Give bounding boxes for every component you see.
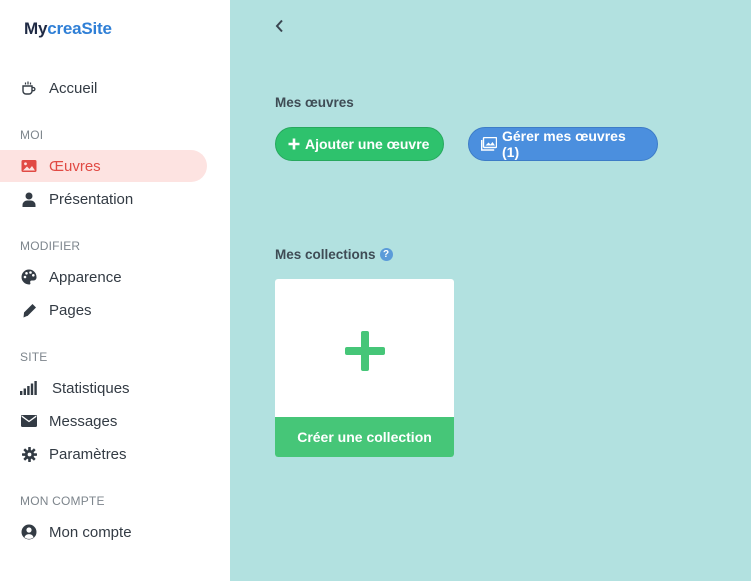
sidebar-item-label: Présentation [49, 190, 134, 208]
sidebar-item-label: Accueil [49, 79, 98, 97]
envelope-icon [20, 412, 38, 430]
add-work-label: Ajouter une œuvre [305, 136, 430, 152]
sidebar-item-label: Messages [49, 412, 118, 430]
sidebar-item-apparence[interactable]: Apparence [0, 261, 207, 293]
image-icon [20, 157, 38, 175]
bar-chart-icon [20, 379, 38, 397]
help-icon[interactable]: ? [379, 248, 393, 261]
palette-icon [20, 268, 38, 286]
sidebar-item-accueil[interactable]: Accueil [0, 72, 207, 104]
images-icon [481, 137, 497, 151]
sidebar-item-label: Statistiques [52, 379, 130, 397]
section-site: SITE [20, 350, 48, 364]
sidebar-item-label: Paramètres [49, 445, 127, 463]
manage-works-button[interactable]: Gérer mes œuvres (1) [468, 127, 658, 161]
sidebar-item-parametres[interactable]: Paramètres [0, 438, 207, 470]
plus-icon [345, 331, 385, 371]
sidebar-item-label: Apparence [49, 268, 122, 286]
user-icon [20, 190, 38, 208]
back-button[interactable] [271, 18, 287, 38]
sidebar-item-statistiques[interactable]: Statistiques [0, 372, 207, 404]
gear-icon [20, 445, 38, 463]
sidebar-item-pages[interactable]: Pages [0, 294, 207, 326]
sidebar-item-label: Œuvres [49, 157, 101, 175]
manage-works-label: Gérer mes œuvres (1) [502, 128, 626, 160]
sidebar-item-label: Pages [49, 301, 92, 319]
sidebar-item-oeuvres[interactable]: Œuvres [0, 150, 207, 182]
logo[interactable]: MycreaSite [24, 19, 112, 39]
section-moi: MOI [20, 128, 44, 142]
works-heading: Mes œuvres [275, 95, 354, 110]
plus-icon [288, 138, 300, 150]
sidebar: MycreaSite Accueil MOI Œuvres Présentati… [0, 0, 230, 581]
chevron-left-icon [275, 19, 284, 38]
collections-heading-text: Mes collections [275, 247, 376, 262]
sidebar-item-messages[interactable]: Messages [0, 405, 207, 437]
sidebar-item-mon-compte[interactable]: Mon compte [0, 516, 207, 548]
section-modifier: MODIFIER [20, 239, 81, 253]
cup-icon [20, 79, 38, 97]
add-work-button[interactable]: Ajouter une œuvre [275, 127, 444, 161]
collections-heading: Mes collections ? [275, 247, 393, 262]
sidebar-item-label: Mon compte [49, 523, 132, 541]
create-collection-button[interactable]: Créer une collection [275, 417, 454, 457]
section-mon-compte: MON COMPTE [20, 494, 105, 508]
main-content: Mes œuvres Ajouter une œuvre Gérer mes œ… [230, 0, 751, 581]
user-circle-icon [20, 523, 38, 541]
create-collection-card[interactable]: Créer une collection [275, 279, 454, 457]
pencil-icon [20, 301, 38, 319]
sidebar-item-presentation[interactable]: Présentation [0, 183, 207, 215]
